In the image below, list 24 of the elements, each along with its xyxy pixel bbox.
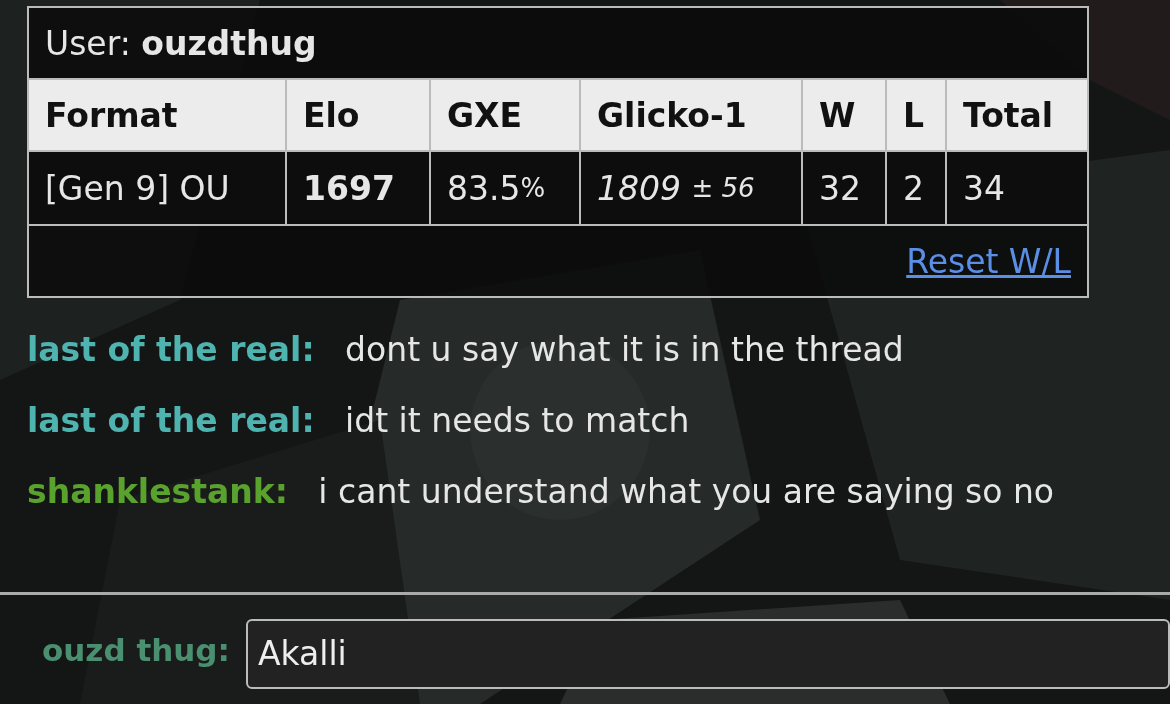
chat-message: idt it needs to match (345, 401, 690, 440)
message-input[interactable]: Akalli (245, 618, 1170, 689)
chat-message: i cant understand what you are saying so no (318, 472, 1055, 511)
chat-username[interactable]: last of the real: (27, 401, 315, 440)
column-header: Elo (287, 80, 429, 150)
column-header: Glicko-1 (581, 80, 801, 150)
table-cell: 83.5% (431, 152, 579, 224)
chat-message: dont u say what it is in the thread (345, 330, 904, 369)
table-cell: [Gen 9] OU (29, 152, 285, 224)
reset-link[interactable]: Reset W/L (906, 241, 1071, 281)
user-label: User: ouzdthug (45, 23, 317, 63)
chat-username[interactable]: last of the real: (27, 330, 315, 369)
column-header: Format (29, 80, 285, 150)
column-header: L (887, 80, 945, 150)
table-cell: 34 (947, 152, 1087, 224)
table-cell: 2 (887, 152, 945, 224)
column-header: W (803, 80, 885, 150)
table-cell: 32 (803, 152, 885, 224)
table-cell: 1809 ± 56 (581, 152, 801, 224)
column-header: GXE (431, 80, 579, 150)
chat-username: ouzd thug: (42, 631, 230, 668)
column-header: Total (947, 80, 1087, 150)
chat-username[interactable]: shanklestank: (27, 472, 288, 511)
table-cell: 1697 (287, 152, 429, 224)
